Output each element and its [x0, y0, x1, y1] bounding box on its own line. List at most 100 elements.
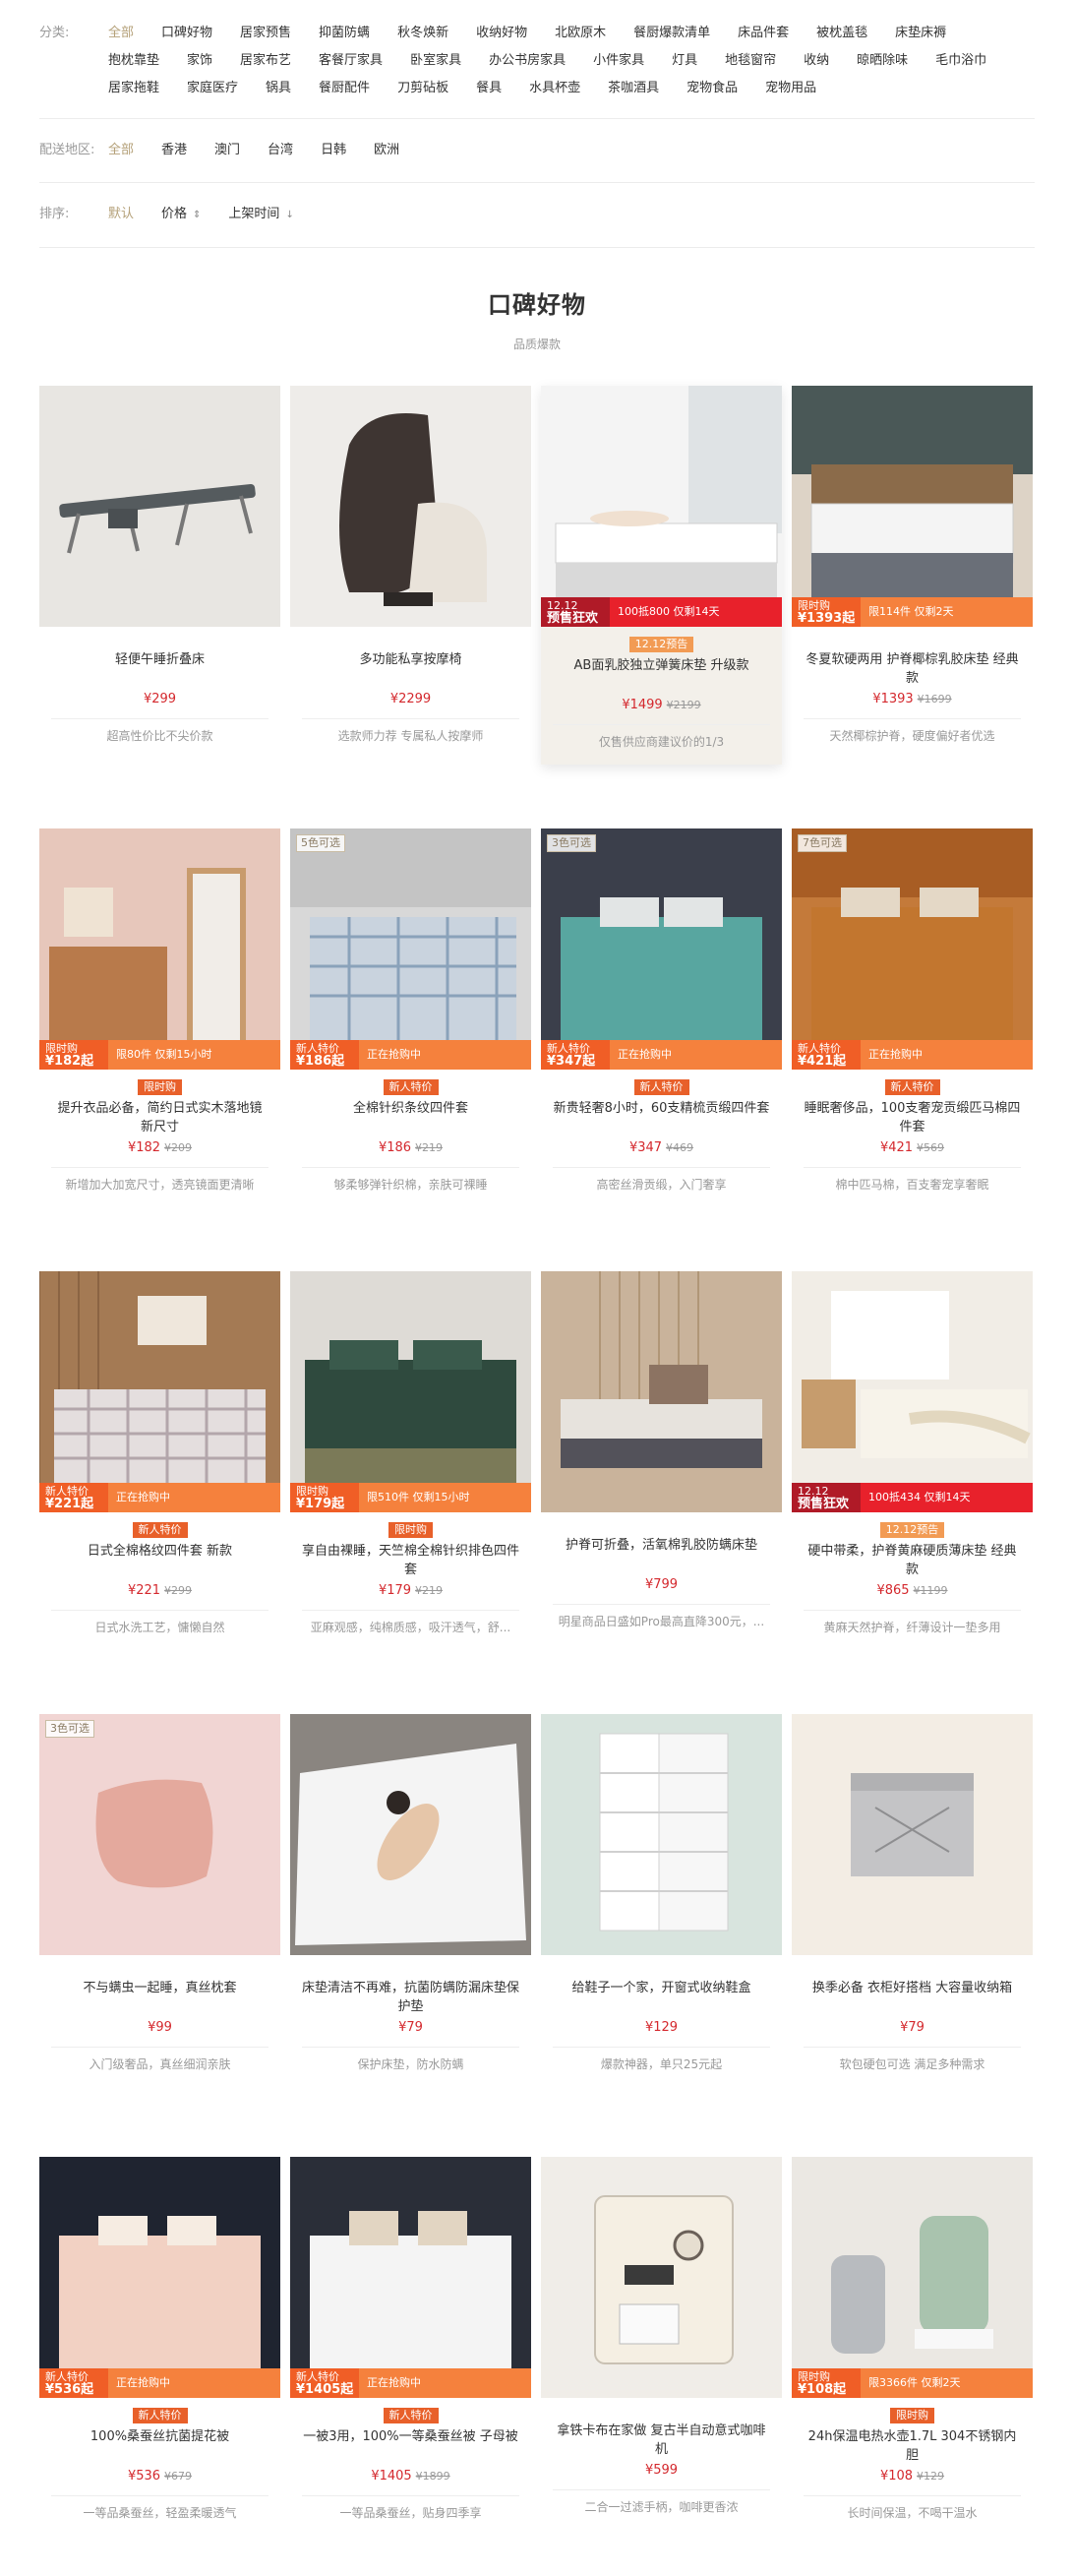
category-item-19[interactable]: 地毯窗帘 [725, 47, 776, 75]
product-image[interactable] [792, 1714, 1033, 1955]
sort-price[interactable]: 价格 ⇕ [161, 201, 201, 229]
category-item-6[interactable]: 北欧原木 [555, 20, 606, 47]
category-item-8[interactable]: 床品件套 [738, 20, 789, 47]
product-name[interactable]: 硬中带柔，护脊黄麻硬质薄床垫 经典款 [804, 1542, 1021, 1579]
product-image[interactable]: 12.12 预售狂欢 100抵434 仅剩14天 [792, 1271, 1033, 1512]
region-item-5[interactable]: 欧洲 [374, 137, 399, 164]
product-image[interactable] [290, 386, 531, 627]
product-card[interactable]: 床垫清洁不再难，抗菌防螨防漏床垫保护垫 ¥79 保护床垫，防水防螨 [290, 1714, 531, 2093]
category-item-30[interactable]: 茶咖酒具 [608, 75, 659, 102]
product-card[interactable]: 限时购 ¥179起 限510件 仅剩15小时 限时购 享自由裸睡，天竺棉全棉针织排色四件… [290, 1271, 531, 1650]
category-item-5[interactable]: 收纳好物 [476, 20, 527, 47]
region-item-1[interactable]: 香港 [161, 137, 187, 164]
sort-time[interactable]: 上架时间 ↓ [228, 201, 293, 229]
product-card[interactable]: 新人特价 ¥536起 正在抢购中 新人特价 100%桑蚕丝抗菌提花被 ¥536 ¥679 一等… [39, 2157, 280, 2536]
product-card[interactable]: 轻便午睡折叠床 ¥299 超高性价比不尖价款 [39, 386, 280, 765]
product-card[interactable]: 12.12 预售狂欢 100抵434 仅剩14天 12.12预告 硬中带柔，护脊黄麻硬质… [792, 1271, 1033, 1650]
product-name[interactable]: 不与螨虫一起睡，真丝枕套 [51, 1979, 268, 2016]
product-image[interactable] [541, 1271, 782, 1512]
product-name[interactable]: 提升衣品必备，简约日式实木落地镜 新尺寸 [51, 1099, 268, 1136]
product-name[interactable]: 全棉针织条纹四件套 [302, 1099, 519, 1136]
product-card[interactable]: 护脊可折叠，活氧棉乳胶防螨床垫 ¥799 明星商品日盛如Pro最高直降300元，..… [541, 1271, 782, 1650]
product-image[interactable]: 7色可选 新人特价 ¥421起 正在抢购中 [792, 828, 1033, 1070]
region-item-4[interactable]: 日韩 [321, 137, 346, 164]
product-name[interactable]: 享自由裸睡，天竺棉全棉针织排色四件套 [302, 1542, 519, 1579]
product-image[interactable]: 新人特价 ¥221起 正在抢购中 [39, 1271, 280, 1512]
category-item-22[interactable]: 毛巾浴巾 [935, 47, 986, 75]
product-name[interactable]: 一被3用，100%一等桑蚕丝被 子母被 [302, 2427, 519, 2465]
region-item-2[interactable]: 澳门 [214, 137, 240, 164]
category-item-24[interactable]: 家庭医疗 [187, 75, 238, 102]
category-item-12[interactable]: 家饰 [187, 47, 212, 75]
category-item-3[interactable]: 抑菌防螨 [319, 20, 370, 47]
product-card[interactable]: 3色可选 新人特价 ¥347起 正在抢购中 新人特价 新贵轻奢8小时，60支精梳贡缎四件套… [541, 828, 782, 1207]
category-item-15[interactable]: 卧室家具 [410, 47, 461, 75]
product-name[interactable]: 护脊可折叠，活氧棉乳胶防螨床垫 [553, 1536, 770, 1573]
region-item-3[interactable]: 台湾 [268, 137, 293, 164]
category-item-7[interactable]: 餐厨爆款清单 [633, 20, 710, 47]
product-card[interactable]: 12.12 预售狂欢 100抵800 仅剩14天 12.12预告 AB面乳胶独立弹簧床垫… [541, 386, 782, 765]
product-name[interactable]: 拿铁卡布在家做 复古半自动意式咖啡机 [553, 2422, 770, 2459]
product-image[interactable]: 3色可选 [39, 1714, 280, 1955]
product-card[interactable]: 多功能私享按摩椅 ¥2299 选款师力荐 专属私人按摩师 [290, 386, 531, 765]
category-item-4[interactable]: 秋冬焕新 [397, 20, 448, 47]
product-image[interactable] [39, 386, 280, 627]
product-card[interactable]: 限时购 ¥182起 限80件 仅剩15小时 限时购 提升衣品必备，简约日式实木落地镜 新… [39, 828, 280, 1207]
product-card[interactable]: 限时购 ¥108起 限3366件 仅剩2天 限时购 24h保温电热水壶1.7L 304不… [792, 2157, 1033, 2536]
category-item-18[interactable]: 灯具 [672, 47, 697, 75]
category-item-2[interactable]: 居家预售 [240, 20, 291, 47]
product-name[interactable]: 冬夏软硬两用 护脊椰棕乳胶床垫 经典款 [804, 650, 1021, 688]
product-card[interactable]: 限时购 ¥1393起 限114件 仅剩2天 冬夏软硬两用 护脊椰棕乳胶床垫 经典款 ¥1… [792, 386, 1033, 765]
product-name[interactable]: AB面乳胶独立弹簧床垫 升级款 [553, 656, 770, 694]
product-card[interactable]: 3色可选 不与螨虫一起睡，真丝枕套 ¥99 入门级奢品，真丝细润亲肤 [39, 1714, 280, 2093]
product-card[interactable]: 7色可选 新人特价 ¥421起 正在抢购中 新人特价 睡眠奢侈品，100支奢宠贡缎匹马棉四… [792, 828, 1033, 1207]
product-name[interactable]: 新贵轻奢8小时，60支精梳贡缎四件套 [553, 1099, 770, 1136]
product-name[interactable]: 睡眠奢侈品，100支奢宠贡缎匹马棉四件套 [804, 1099, 1021, 1136]
product-card[interactable]: 换季必备 衣柜好搭档 大容量收纳箱 ¥79 软包硬包可选 满足多种需求 [792, 1714, 1033, 2093]
product-image[interactable]: 限时购 ¥179起 限510件 仅剩15小时 [290, 1271, 531, 1512]
category-item-23[interactable]: 居家拖鞋 [108, 75, 159, 102]
category-item-32[interactable]: 宠物用品 [765, 75, 816, 102]
category-item-11[interactable]: 抱枕靠垫 [108, 47, 159, 75]
product-name[interactable]: 轻便午睡折叠床 [51, 650, 268, 688]
category-item-28[interactable]: 餐具 [476, 75, 502, 102]
product-image[interactable]: 限时购 ¥1393起 限114件 仅剩2天 [792, 386, 1033, 627]
category-item-16[interactable]: 办公书房家具 [489, 47, 566, 75]
product-name[interactable]: 24h保温电热水壶1.7L 304不锈钢内胆 [804, 2427, 1021, 2465]
category-item-25[interactable]: 锅具 [266, 75, 291, 102]
category-item-20[interactable]: 收纳 [804, 47, 829, 75]
product-image[interactable] [290, 1714, 531, 1955]
product-card[interactable]: 5色可选 新人特价 ¥186起 正在抢购中 新人特价 全棉针织条纹四件套 ¥186 ¥219 够… [290, 828, 531, 1207]
category-item-9[interactable]: 被枕盖毯 [816, 20, 867, 47]
product-card[interactable]: 给鞋子一个家，开窗式收纳鞋盒 ¥129 爆款神器，单只25元起 [541, 1714, 782, 2093]
product-image[interactable]: 12.12 预售狂欢 100抵800 仅剩14天 [541, 386, 782, 627]
product-name[interactable]: 床垫清洁不再难，抗菌防螨防漏床垫保护垫 [302, 1979, 519, 2016]
category-item-29[interactable]: 水具杯壶 [529, 75, 580, 102]
category-item-14[interactable]: 客餐厅家具 [319, 47, 383, 75]
product-name[interactable]: 日式全棉格纹四件套 新款 [51, 1542, 268, 1579]
product-image[interactable]: 新人特价 ¥1405起 正在抢购中 [290, 2157, 531, 2398]
product-name[interactable]: 100%桑蚕丝抗菌提花被 [51, 2427, 268, 2465]
product-image[interactable] [541, 2157, 782, 2398]
category-item-1[interactable]: 口碑好物 [161, 20, 212, 47]
product-name[interactable]: 多功能私享按摩椅 [302, 650, 519, 688]
category-item-21[interactable]: 晾晒除味 [857, 47, 908, 75]
product-image[interactable]: 限时购 ¥182起 限80件 仅剩15小时 [39, 828, 280, 1070]
category-item-26[interactable]: 餐厨配件 [319, 75, 370, 102]
product-image[interactable]: 3色可选 新人特价 ¥347起 正在抢购中 [541, 828, 782, 1070]
sort-default[interactable]: 默认 [108, 201, 134, 229]
category-item-13[interactable]: 居家布艺 [240, 47, 291, 75]
category-item-0[interactable]: 全部 [108, 20, 134, 47]
category-item-31[interactable]: 宠物食品 [686, 75, 738, 102]
category-item-10[interactable]: 床垫床褥 [895, 20, 946, 47]
product-card[interactable]: 新人特价 ¥221起 正在抢购中 新人特价 日式全棉格纹四件套 新款 ¥221 ¥299 日式… [39, 1271, 280, 1650]
category-item-17[interactable]: 小件家具 [593, 47, 644, 75]
product-image[interactable]: 限时购 ¥108起 限3366件 仅剩2天 [792, 2157, 1033, 2398]
product-name[interactable]: 换季必备 衣柜好搭档 大容量收纳箱 [804, 1979, 1021, 2016]
product-image[interactable]: 新人特价 ¥536起 正在抢购中 [39, 2157, 280, 2398]
region-item-0[interactable]: 全部 [108, 137, 134, 164]
product-name[interactable]: 给鞋子一个家，开窗式收纳鞋盒 [553, 1979, 770, 2016]
product-image[interactable]: 5色可选 新人特价 ¥186起 正在抢购中 [290, 828, 531, 1070]
category-item-27[interactable]: 刀剪砧板 [397, 75, 448, 102]
product-card[interactable]: 拿铁卡布在家做 复古半自动意式咖啡机 ¥599 二合一过滤手柄，咖啡更香浓 [541, 2157, 782, 2536]
